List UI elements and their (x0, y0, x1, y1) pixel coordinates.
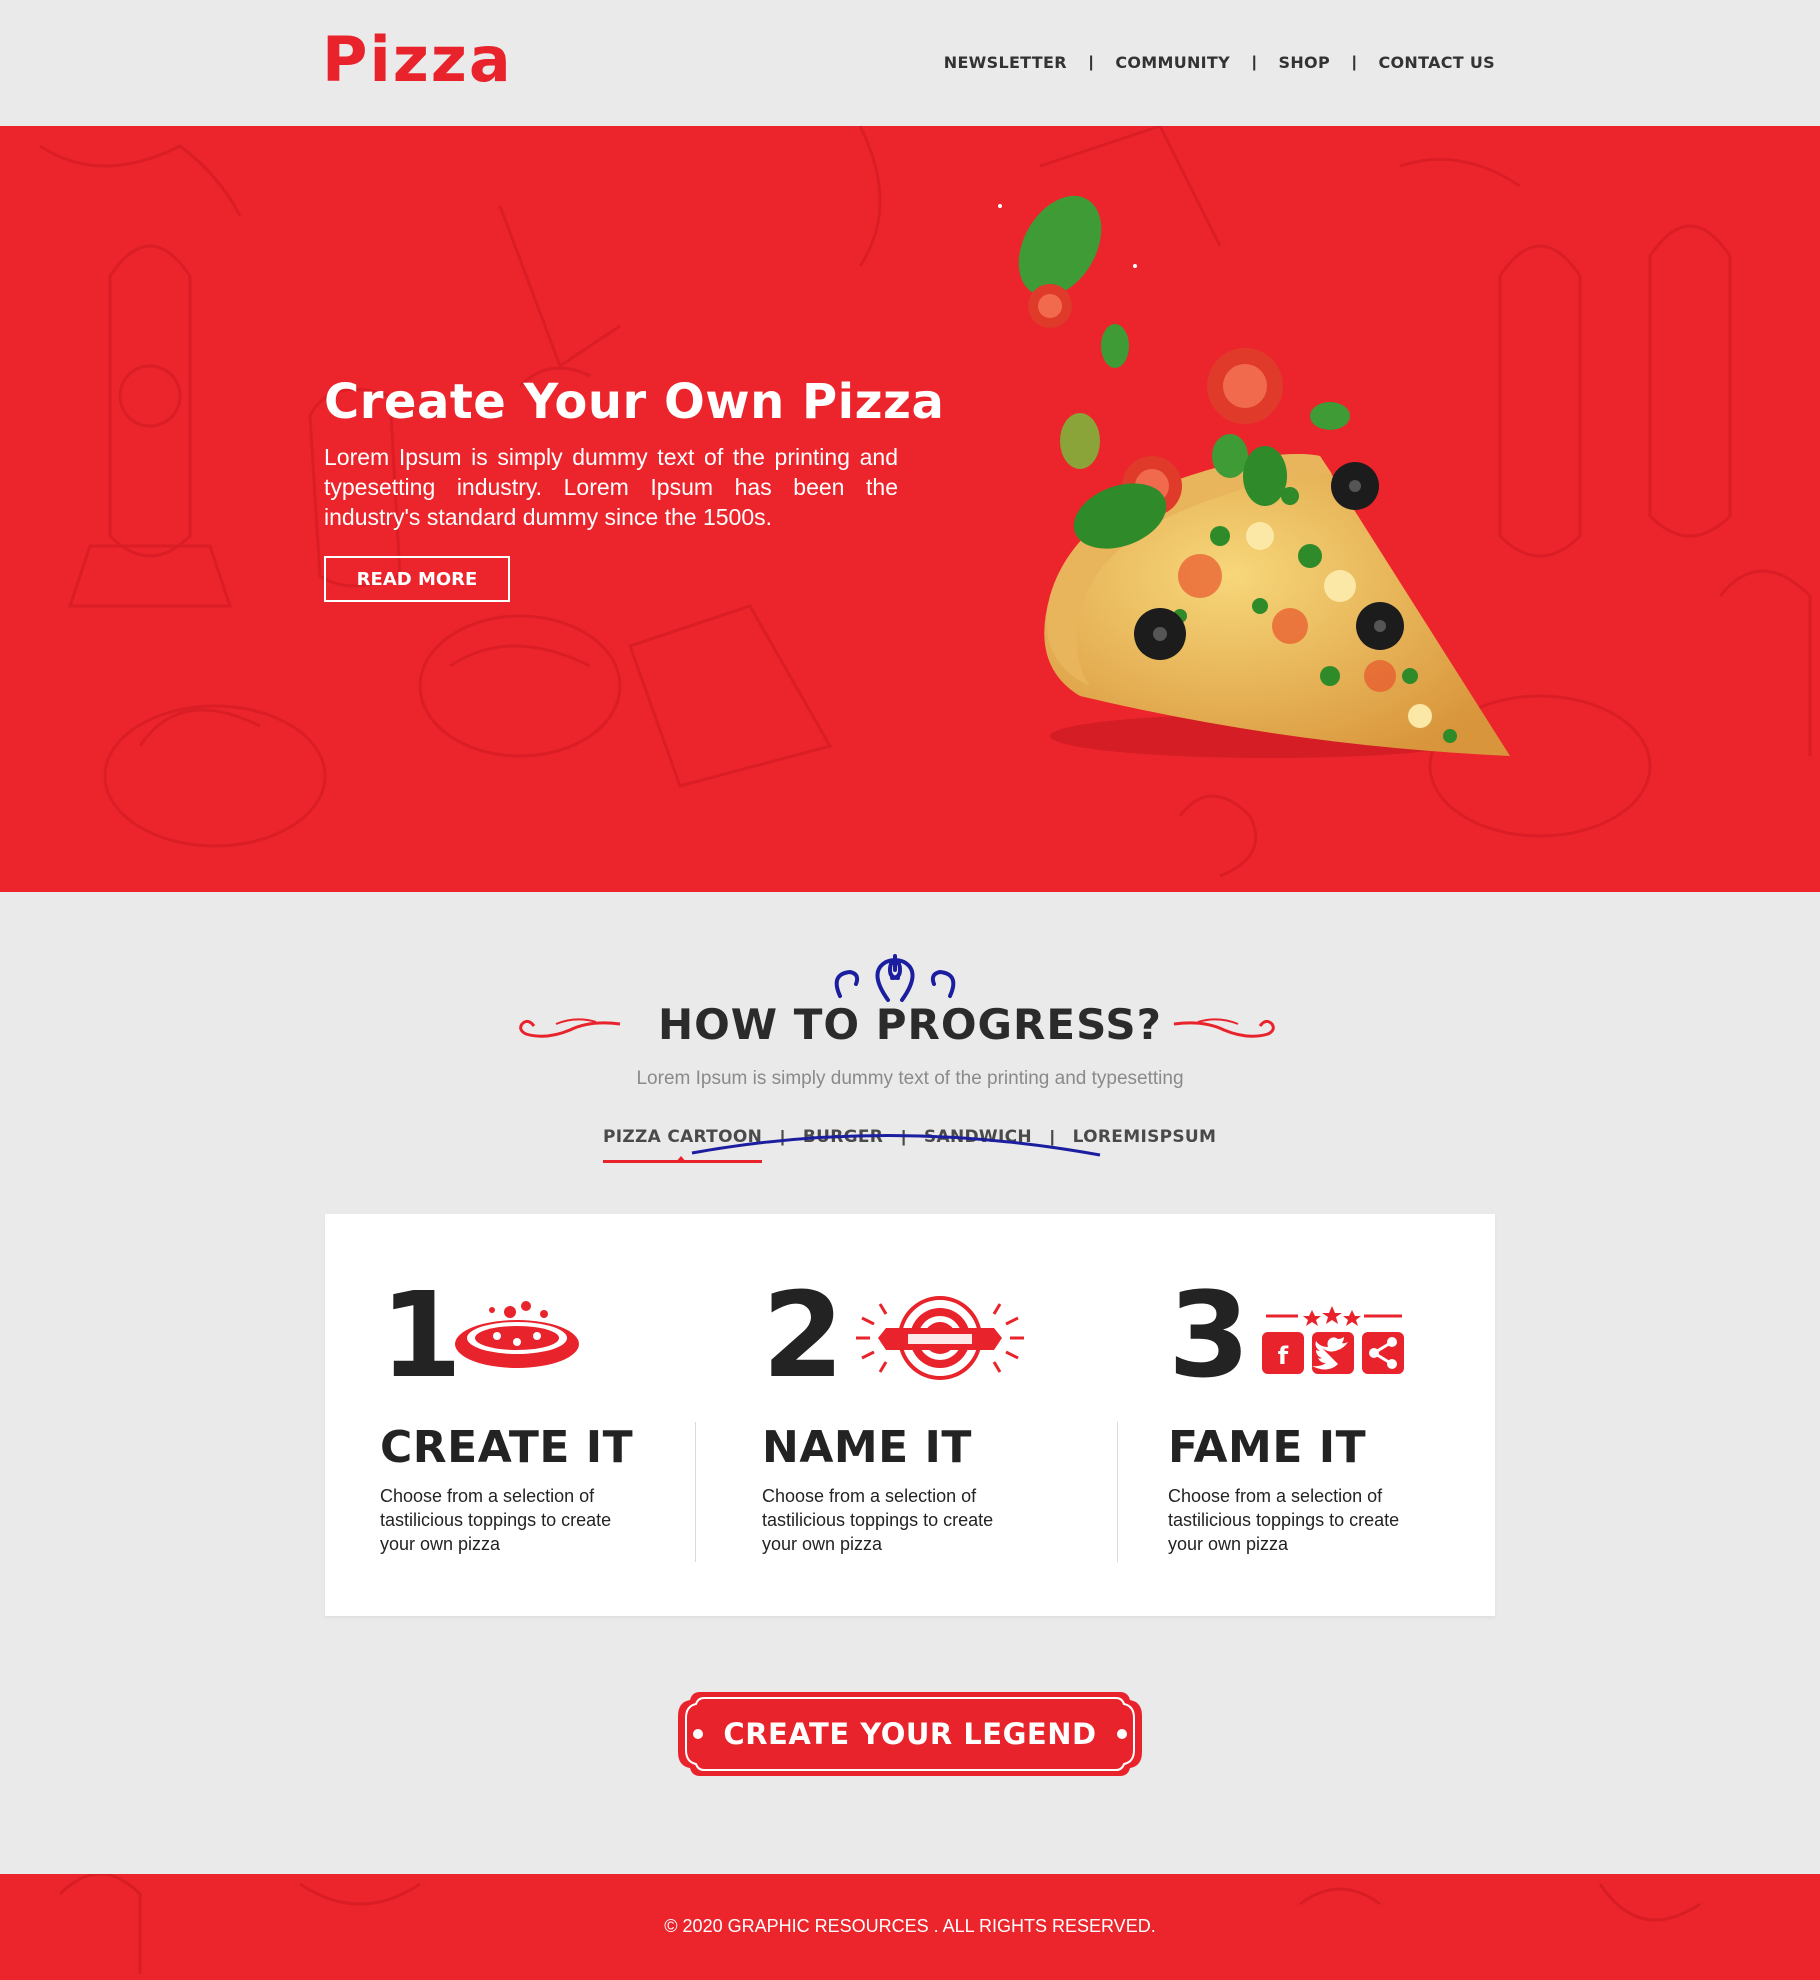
section-title-row: HOW TO PROGRESS? (0, 1000, 1820, 1049)
copyright-text: © 2020 GRAPHIC RESOURCES . ALL RIGHTS RE… (664, 1916, 1156, 1936)
section-subtitle: Lorem Ipsum is simply dummy text of the … (636, 1068, 1184, 1089)
step-divider (1117, 1422, 1118, 1562)
hero-description: Lorem Ipsum is simply dummy text of the … (324, 444, 898, 530)
step-fame: 3 f FAME IT Choose from a selection of t… (1168, 1214, 1468, 1616)
step-title: FAME IT (1168, 1422, 1367, 1473)
tab-underline-curve (691, 1133, 1101, 1157)
nav-shop[interactable]: SHOP (1279, 53, 1330, 72)
svg-text:f: f (1278, 1342, 1289, 1370)
hero-banner: Create Your Own Pizza Lorem Ipsum is sim… (0, 126, 1820, 892)
section-title: HOW TO PROGRESS? (657, 1000, 1163, 1049)
site-header: Pizza NEWSLETTER | COMMUNITY | SHOP | CO… (0, 0, 1820, 126)
site-footer: © 2020 GRAPHIC RESOURCES . ALL RIGHTS RE… (0, 1874, 1820, 1980)
step-divider (695, 1422, 696, 1562)
steps-card: 1 CREATE IT Choose from a selection of t… (325, 1214, 1495, 1616)
nav-community[interactable]: COMMUNITY (1115, 53, 1230, 72)
nav-newsletter[interactable]: NEWSLETTER (944, 53, 1067, 72)
pizza-slice-image (998, 195, 1510, 758)
step-number: 1 (380, 1266, 463, 1404)
brand-logo[interactable]: Pizza (322, 24, 513, 96)
nav-contact-us[interactable]: CONTACT US (1378, 53, 1495, 72)
step-description: Choose from a selection of tastilicious … (380, 1486, 612, 1554)
step-description: Choose from a selection of tastilicious … (1168, 1486, 1400, 1554)
nav-separator: | (1088, 53, 1094, 71)
step-number: 2 (762, 1266, 845, 1404)
badge-ribbon-icon (856, 1296, 1024, 1380)
create-your-legend-button[interactable]: CREATE YOUR LEGEND (676, 1688, 1144, 1780)
nav-separator: | (1252, 53, 1257, 71)
step-description: Choose from a selection of tastilicious … (762, 1486, 994, 1554)
step-create: 1 CREATE IT Choose from a selection of t… (380, 1214, 680, 1616)
social-share-icon: f (1262, 1306, 1404, 1374)
step-name: 2 NAME IT Choose from a selection of tas… (762, 1214, 1102, 1616)
hero-title: Create Your Own Pizza (324, 374, 945, 430)
how-to-progress-section: HOW TO PROGRESS? Lorem Ipsum is simply d… (0, 940, 1820, 1163)
background-doodle-pattern (39, 126, 1812, 878)
step-number: 3 (1168, 1266, 1251, 1404)
pizza-icon (455, 1301, 579, 1368)
step-title: NAME IT (762, 1422, 972, 1473)
nav-separator: | (1351, 53, 1357, 71)
main-nav: NEWSLETTER | COMMUNITY | SHOP | CONTACT … (944, 53, 1495, 72)
step-title: CREATE IT (380, 1422, 634, 1473)
read-more-button[interactable]: READ MORE (324, 556, 510, 602)
cta-label: CREATE YOUR LEGEND (723, 1717, 1097, 1751)
